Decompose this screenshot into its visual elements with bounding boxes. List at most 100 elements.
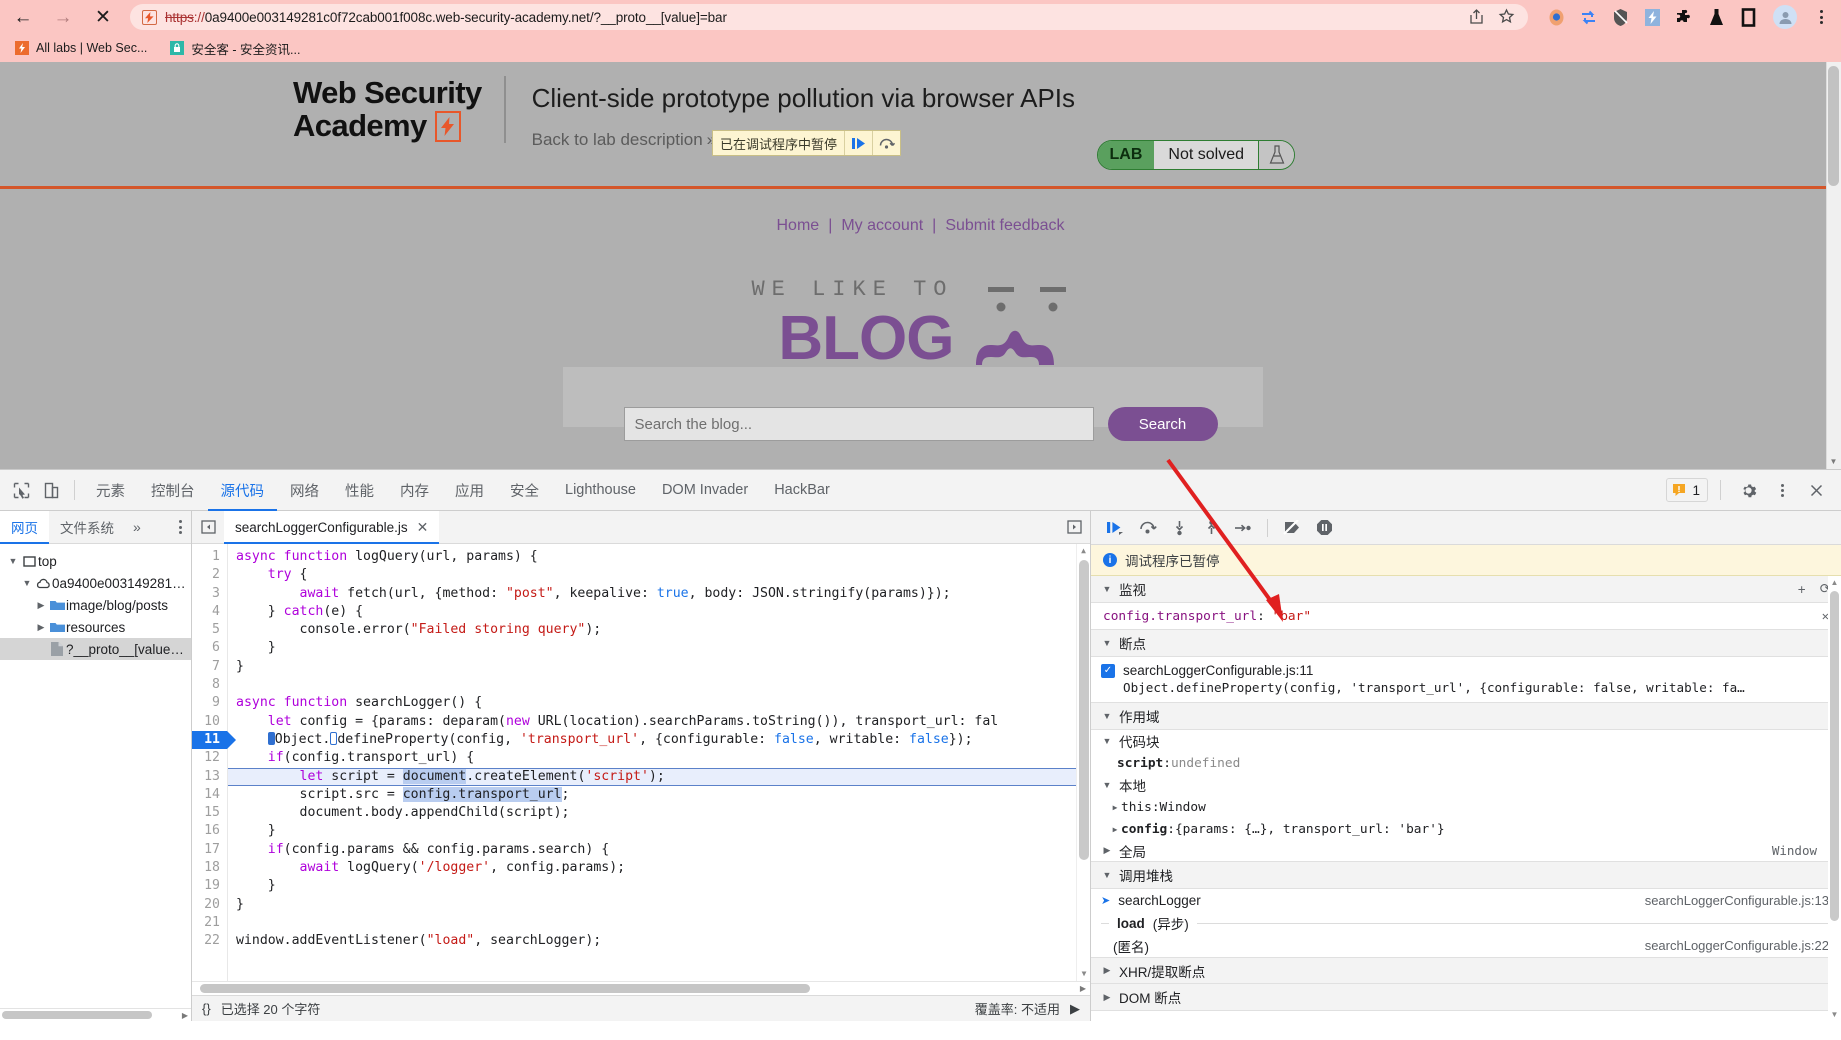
- twisty-icon[interactable]: ▶: [1101, 845, 1113, 856]
- warning-badge-icon[interactable]: 1: [1666, 478, 1708, 502]
- navigator-tab-page[interactable]: 网页: [0, 510, 49, 544]
- tab-dom-invader[interactable]: DOM Invader: [649, 470, 761, 511]
- editor-tab-overflow-icon[interactable]: [1067, 520, 1090, 534]
- tab-elements[interactable]: 元素: [83, 470, 138, 511]
- line-number-breakpoint[interactable]: 11: [192, 730, 236, 750]
- scope-local-header[interactable]: ▼ 本地: [1091, 774, 1841, 796]
- scrollbar-thumb[interactable]: [2, 1011, 152, 1019]
- line-number[interactable]: 18: [192, 859, 227, 877]
- tree-item-image-blog-posts[interactable]: ▶ image/blog/posts: [0, 594, 191, 616]
- close-icon[interactable]: ✕: [417, 519, 429, 536]
- scrollbar-thumb[interactable]: [200, 984, 810, 993]
- sidebar-extension-icon[interactable]: [1738, 7, 1759, 28]
- twisty-icon[interactable]: ▼: [1101, 780, 1113, 790]
- line-number[interactable]: 3: [192, 585, 227, 603]
- profile-avatar[interactable]: [1773, 5, 1797, 29]
- line-number[interactable]: 1: [192, 548, 227, 566]
- tab-performance[interactable]: 性能: [332, 470, 387, 511]
- line-number[interactable]: 16: [192, 822, 227, 840]
- scope-variable-this[interactable]: ▶ this: Window: [1091, 796, 1841, 818]
- deactivate-breakpoints-icon[interactable]: [1278, 514, 1306, 542]
- line-number[interactable]: 21: [192, 914, 227, 932]
- inspect-element-icon[interactable]: [6, 475, 36, 505]
- twisty-icon[interactable]: ▶: [1109, 825, 1121, 834]
- search-button[interactable]: Search: [1107, 407, 1218, 441]
- twisty-icon[interactable]: ▶: [1109, 803, 1121, 812]
- scope-section-header[interactable]: ▼ 作用域: [1091, 703, 1841, 730]
- twisty-icon[interactable]: ▼: [6, 556, 20, 566]
- scroll-up-arrow[interactable]: ▲: [1828, 576, 1841, 589]
- show-navigator-icon[interactable]: [192, 511, 224, 544]
- address-bar[interactable]: https://0a9400e003149281c0f72cab001f008c…: [130, 4, 1528, 30]
- tab-network[interactable]: 网络: [277, 470, 332, 511]
- chrome-menu-button[interactable]: [1811, 10, 1831, 24]
- tab-application[interactable]: 应用: [442, 470, 497, 511]
- scroll-right-arrow[interactable]: ▶: [182, 1011, 191, 1020]
- navigator-horizontal-scrollbar[interactable]: ▶: [0, 1008, 191, 1021]
- forward-button[interactable]: →: [50, 4, 76, 30]
- banner-resume-icon[interactable]: [844, 131, 872, 155]
- twisty-icon[interactable]: ▼: [1101, 711, 1113, 721]
- tree-item-top[interactable]: ▼ top: [0, 550, 191, 572]
- step-over-icon[interactable]: [1133, 514, 1161, 542]
- line-number[interactable]: 12: [192, 749, 227, 767]
- tree-item-resources[interactable]: ▶ resources: [0, 616, 191, 638]
- resume-script-icon[interactable]: [1101, 514, 1129, 542]
- tree-item-proto-document[interactable]: ?__proto__[value]=bar: [0, 638, 191, 660]
- navigator-options-icon[interactable]: [170, 520, 191, 534]
- scrollbar-thumb[interactable]: [1830, 591, 1839, 921]
- tab-sources[interactable]: 源代码: [208, 470, 278, 511]
- twisty-icon[interactable]: ▼: [1101, 870, 1113, 880]
- line-number[interactable]: 8: [192, 676, 227, 694]
- burp-suite-icon[interactable]: [1642, 7, 1663, 28]
- scroll-up-arrow[interactable]: ▲: [1077, 544, 1090, 558]
- line-number[interactable]: 5: [192, 621, 227, 639]
- add-watch-icon[interactable]: +: [1798, 582, 1806, 597]
- code-area[interactable]: 1 2 3 4 5 6 7 8 9 10 11 12 13 14 15 16 1: [192, 544, 1090, 981]
- watch-expression-row[interactable]: config.transport_url: "bar" ✕: [1091, 603, 1841, 629]
- orange-dot-extension-icon[interactable]: [1546, 7, 1567, 28]
- twisty-icon[interactable]: ▶: [34, 600, 48, 611]
- breakpoints-section-header[interactable]: ▼ 断点: [1091, 630, 1841, 657]
- twisty-icon[interactable]: ▶: [1101, 992, 1113, 1003]
- twisty-icon[interactable]: ▼: [20, 578, 34, 588]
- line-number[interactable]: 14: [192, 786, 227, 804]
- scope-block-header[interactable]: ▼ 代码块: [1091, 730, 1841, 752]
- scope-variable-config[interactable]: ▶ config: {params: {…}, transport_url: '…: [1091, 818, 1841, 840]
- watch-section-header[interactable]: ▼ 监视 + ⟳: [1091, 576, 1841, 603]
- line-number[interactable]: 4: [192, 603, 227, 621]
- bookmark-item-all-labs[interactable]: All labs | Web Sec...: [14, 40, 147, 56]
- scope-global-header[interactable]: ▶ 全局 Window: [1091, 840, 1841, 862]
- line-number[interactable]: 7: [192, 658, 227, 676]
- banner-step-over-icon[interactable]: [872, 131, 900, 155]
- page-scrollbar-thumb[interactable]: [1828, 66, 1839, 186]
- nav-link-submit-feedback[interactable]: Submit feedback: [945, 217, 1064, 234]
- flask-extension-icon[interactable]: [1706, 7, 1727, 28]
- breakpoint-item[interactable]: ✓ searchLoggerConfigurable.js:11 Object.…: [1091, 657, 1841, 702]
- web-security-academy-logo[interactable]: Web Security Academy: [293, 76, 506, 143]
- navigator-more-tabs-icon[interactable]: »: [125, 519, 149, 535]
- editor-vertical-scrollbar[interactable]: ▲ ▼: [1076, 544, 1090, 981]
- line-number[interactable]: 2: [192, 566, 227, 584]
- step-icon[interactable]: [1229, 514, 1257, 542]
- close-devtools-icon[interactable]: [1801, 475, 1831, 505]
- scroll-right-arrow[interactable]: ▶: [1080, 984, 1090, 993]
- xhr-breakpoints-section-header[interactable]: ▶ XHR/提取断点: [1091, 957, 1841, 984]
- pause-on-exceptions-icon[interactable]: [1310, 514, 1338, 542]
- line-number[interactable]: 9: [192, 694, 227, 712]
- step-out-icon[interactable]: [1197, 514, 1225, 542]
- ublock-shield-icon[interactable]: [1610, 7, 1631, 28]
- scroll-down-arrow[interactable]: ▼: [1826, 454, 1841, 469]
- twisty-icon[interactable]: ▶: [34, 622, 48, 633]
- scrollbar-thumb[interactable]: [1079, 560, 1089, 860]
- line-number[interactable]: 20: [192, 896, 227, 914]
- bookmark-item-anquanke[interactable]: 安全客 - 安全资讯...: [169, 39, 300, 58]
- scroll-down-arrow[interactable]: ▼: [1077, 967, 1090, 981]
- editor-file-tab[interactable]: searchLoggerConfigurable.js ✕: [224, 510, 440, 544]
- pretty-print-icon[interactable]: {}: [202, 1001, 211, 1016]
- line-number[interactable]: 17: [192, 841, 227, 859]
- puzzle-extensions-icon[interactable]: [1674, 7, 1695, 28]
- navigator-tab-filesystem[interactable]: 文件系统: [49, 511, 125, 544]
- dom-breakpoints-section-header[interactable]: ▶ DOM 断点: [1091, 984, 1841, 1011]
- twisty-icon[interactable]: ▼: [1101, 736, 1113, 746]
